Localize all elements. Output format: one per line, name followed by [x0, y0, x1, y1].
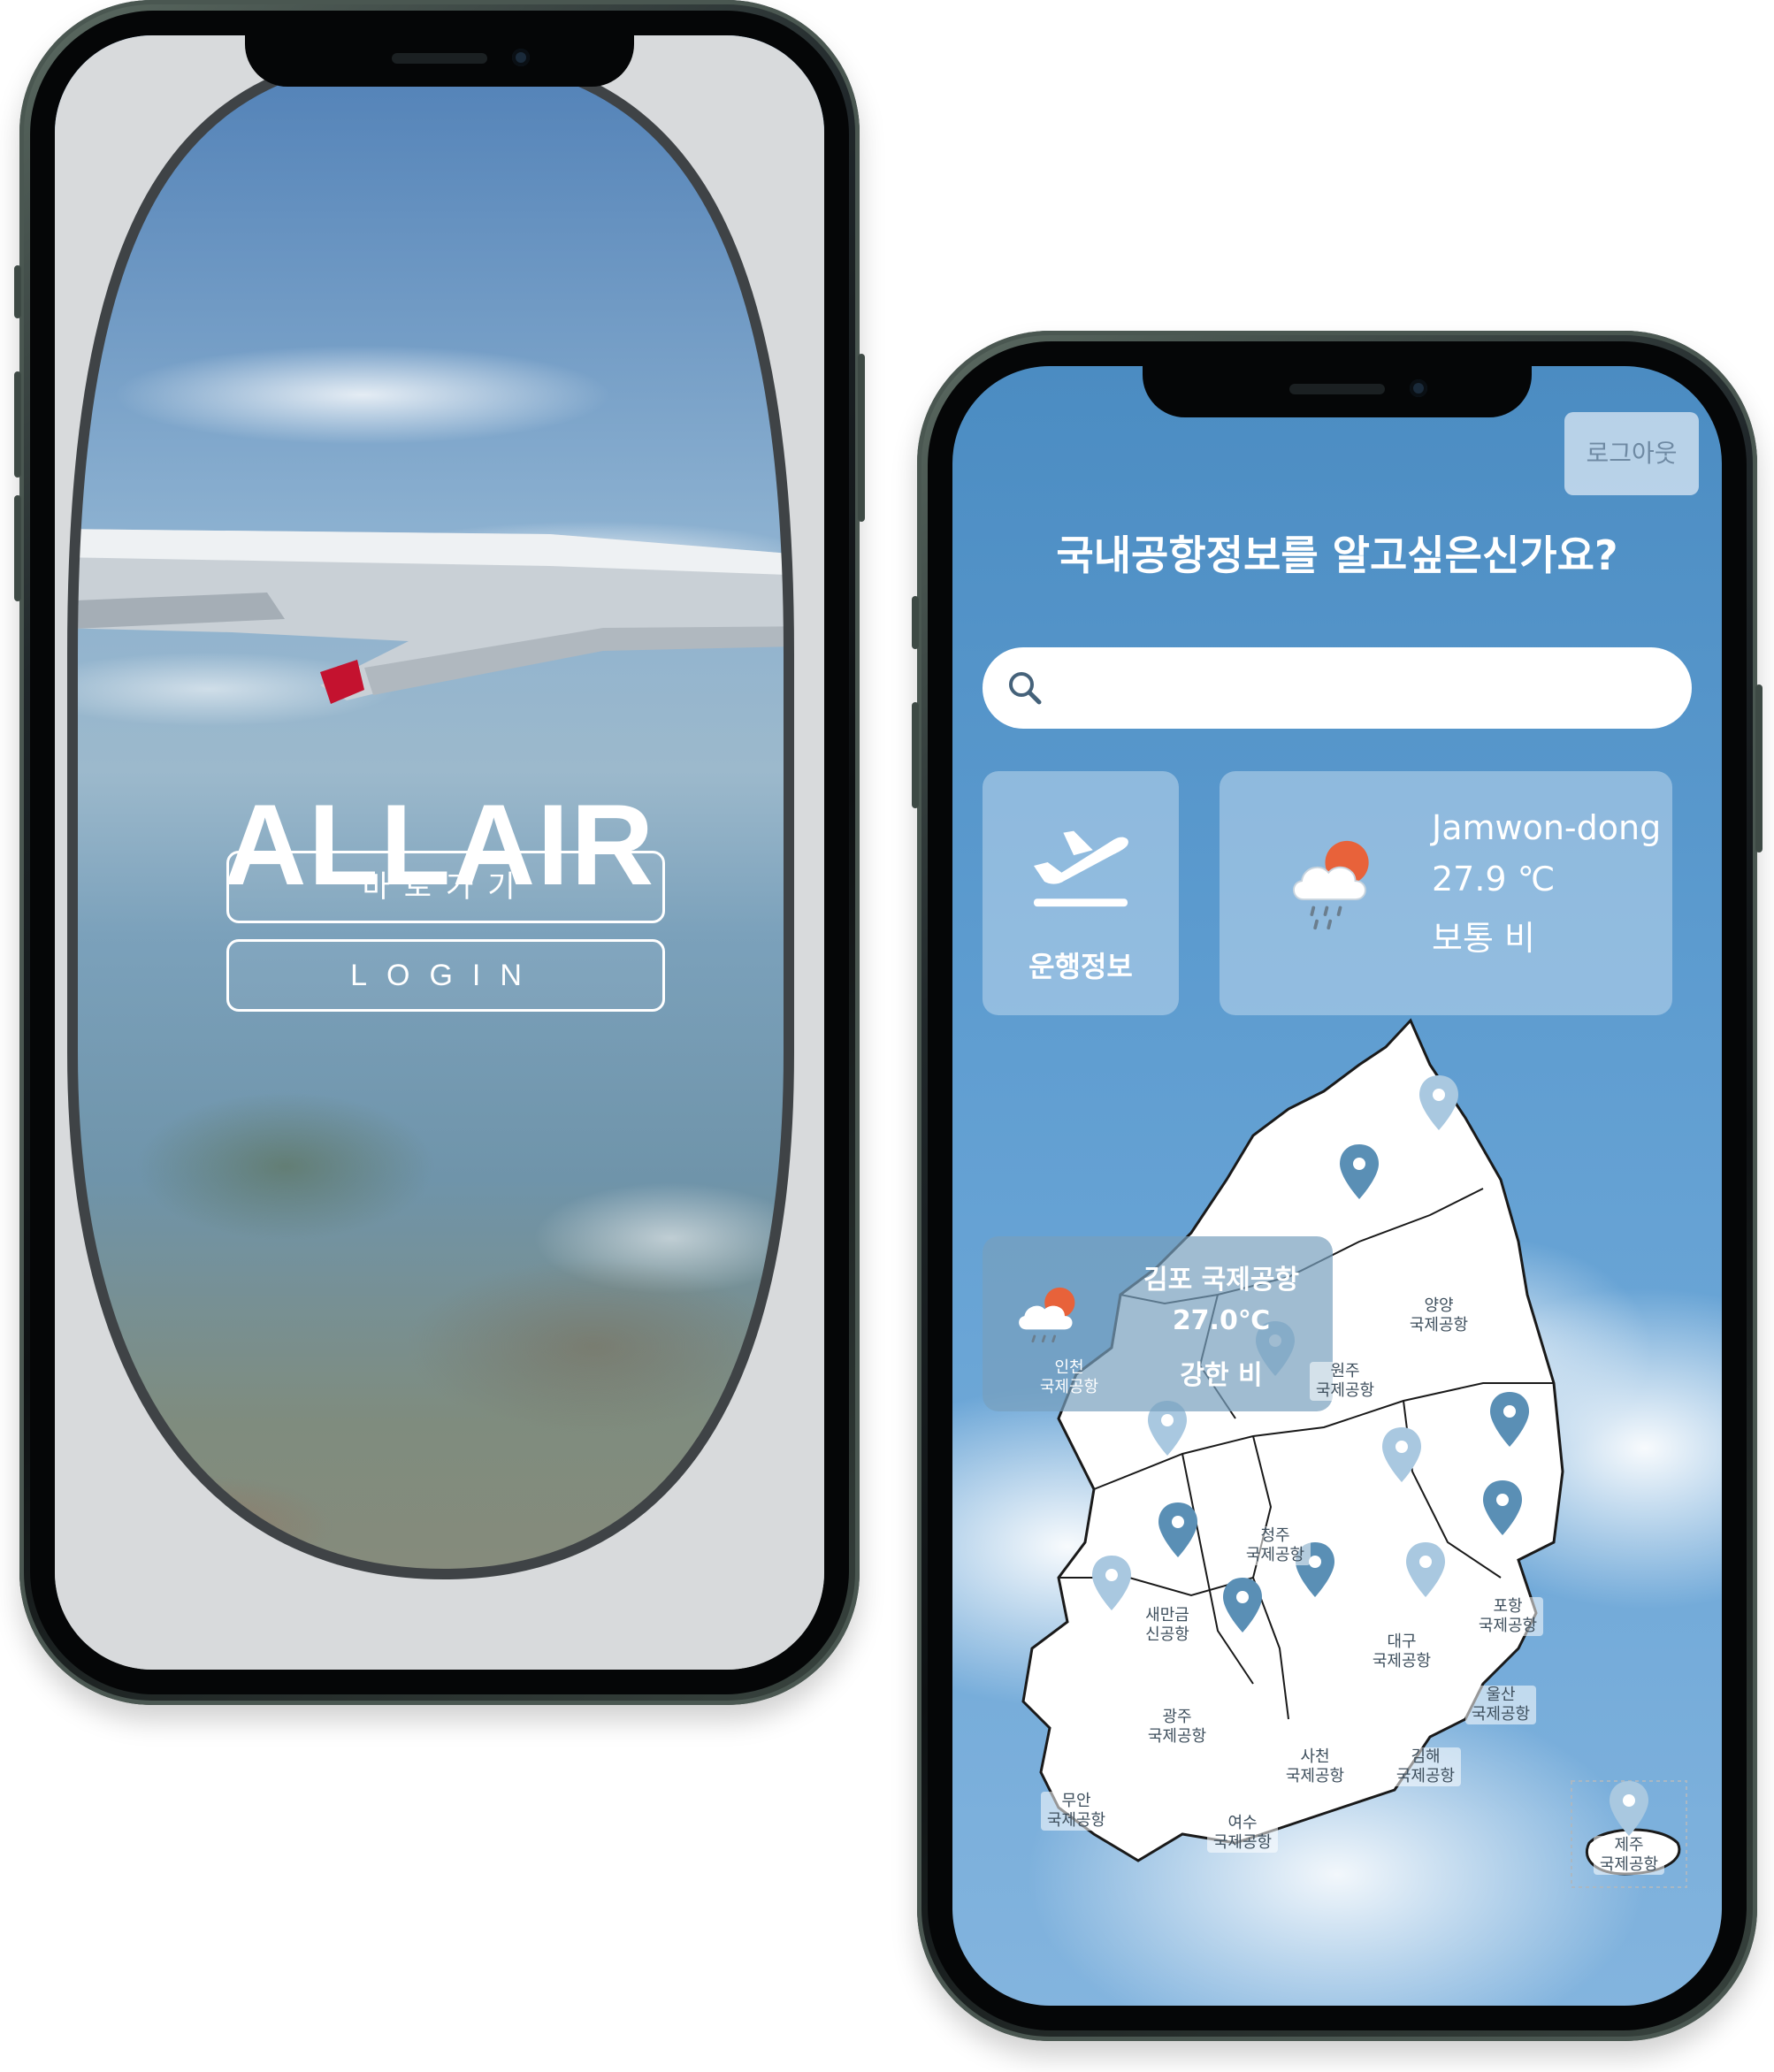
airport-name: 대구 [1387, 1632, 1417, 1651]
korea-outline [1021, 1018, 1564, 1862]
airport-name: 무안 [1061, 1792, 1091, 1810]
silent-switch [912, 596, 919, 649]
airport-type: 국제공항 [1409, 1316, 1469, 1334]
power-button [1755, 684, 1763, 853]
login-button[interactable]: LOGIN [226, 939, 665, 1012]
gimpo-airport-popup[interactable]: 김포 국제공항 27.0℃ 강한 비 인천 국제공항 [983, 1236, 1333, 1411]
airport-name: 원주 [1330, 1362, 1360, 1380]
airport-pin-icon[interactable] [1610, 1781, 1648, 1836]
cloud-rain-sun-icon [1293, 840, 1369, 930]
airport-label-daegu[interactable]: 대구 국제공항 [1366, 1632, 1437, 1671]
flight-info-label: 운행정보 [1028, 950, 1133, 983]
power-button [858, 354, 865, 522]
airport-name: 광주 [1162, 1708, 1192, 1726]
airport-label-pohang[interactable]: 포항 국제공항 [1472, 1597, 1543, 1636]
airport-label-wonju[interactable]: 원주 국제공항 [1310, 1362, 1380, 1401]
weather-location: Jamwon-dong [1432, 808, 1662, 847]
airport-label-cheongju[interactable]: 청주 국제공항 [1240, 1526, 1311, 1565]
airport-label-ulsan[interactable]: 울산 국제공항 [1465, 1686, 1536, 1724]
phone-notch [245, 35, 634, 87]
airport-type: 신공항 [1145, 1625, 1189, 1644]
volume-up-button [14, 371, 21, 478]
cloud-rain-sun-icon [1019, 1287, 1075, 1343]
airport-type: 국제공항 [1315, 1381, 1375, 1400]
gimpo-temperature: 27.0℃ [1172, 1305, 1271, 1336]
airplane-wing-image [55, 529, 824, 704]
airport-name: 청주 [1260, 1526, 1290, 1545]
airport-name: 양양 [1424, 1296, 1454, 1315]
airport-label-sacheon[interactable]: 사천 국제공항 [1280, 1747, 1350, 1786]
airport-info-screen: 로그아웃 국내공항정보를 알고싶은신가요? 운행정보 Jamwon-dong 2… [952, 366, 1722, 2006]
phone-mockup-left: ALLAIR 바로가기 LOGIN [14, 0, 865, 1705]
airport-type: 국제공항 [1285, 1767, 1345, 1785]
airport-type: 국제공항 [1039, 1378, 1099, 1396]
search-input[interactable] [1062, 665, 1561, 713]
page-title: 국내공항정보를 알고싶은신가요? [1056, 531, 1618, 579]
airport-name: 사천 [1300, 1747, 1330, 1766]
gimpo-condition: 강한 비 [1180, 1360, 1263, 1391]
airport-label-saemangeum[interactable]: 새만금 신공항 [1132, 1606, 1203, 1645]
airport-type: 국제공항 [1599, 1855, 1659, 1874]
search-bar[interactable] [983, 647, 1692, 729]
airport-name: 포항 [1493, 1597, 1523, 1616]
gimpo-airport-name: 김포 국제공항 [1143, 1265, 1300, 1296]
front-camera [512, 49, 530, 66]
airport-label-muan[interactable]: 무안 국제공항 [1041, 1792, 1112, 1831]
speaker-grille [1289, 384, 1385, 394]
airport-name: 김해 [1411, 1747, 1441, 1766]
speaker-grille [392, 53, 487, 64]
volume-down-button [14, 495, 21, 601]
volume-up-button [912, 702, 919, 808]
airport-label-gwangju[interactable]: 광주 국제공항 [1142, 1708, 1212, 1747]
airport-label-yeosu[interactable]: 여수 국제공항 [1207, 1814, 1278, 1853]
airport-type: 국제공항 [1147, 1727, 1207, 1746]
airport-type: 국제공항 [1471, 1705, 1531, 1724]
current-weather-card: Jamwon-dong 27.9 ℃ 보통 비 [1220, 771, 1672, 1015]
phone-notch [1143, 366, 1532, 417]
ground-background [55, 950, 824, 1670]
airplane-takeoff-icon [1033, 830, 1128, 907]
silent-switch [14, 265, 21, 318]
airport-label-incheon[interactable]: 인천 국제공항 [1034, 1358, 1105, 1397]
phone-mockup-right: 로그아웃 국내공항정보를 알고싶은신가요? 운행정보 Jamwon-dong 2… [912, 331, 1763, 2041]
airport-type: 국제공항 [1212, 1833, 1273, 1852]
flight-info-card[interactable]: 운행정보 [983, 771, 1179, 1015]
airport-name: 새만금 [1145, 1606, 1189, 1625]
shortcut-button[interactable]: 바로가기 [226, 851, 665, 923]
airport-type: 국제공항 [1478, 1617, 1538, 1635]
airport-type: 국제공항 [1395, 1767, 1456, 1785]
airport-label-gimhae[interactable]: 김해 국제공항 [1390, 1747, 1461, 1786]
weather-condition: 보통 비 [1432, 919, 1535, 958]
weather-temperature: 27.9 ℃ [1432, 860, 1556, 898]
front-camera [1410, 379, 1427, 397]
airport-name: 인천 [1054, 1358, 1084, 1377]
search-icon [1009, 672, 1042, 705]
airport-name: 여수 [1227, 1814, 1258, 1832]
airport-name: 제주 [1614, 1836, 1644, 1854]
airport-name: 울산 [1486, 1686, 1516, 1704]
airport-type: 국제공항 [1046, 1811, 1106, 1830]
airport-type: 국제공항 [1245, 1546, 1305, 1564]
airport-label-jeju[interactable]: 제주 국제공항 [1594, 1836, 1664, 1875]
airport-type: 국제공항 [1372, 1652, 1432, 1671]
airport-label-yangyang[interactable]: 양양 국제공항 [1403, 1296, 1474, 1335]
logout-button[interactable]: 로그아웃 [1564, 412, 1699, 495]
